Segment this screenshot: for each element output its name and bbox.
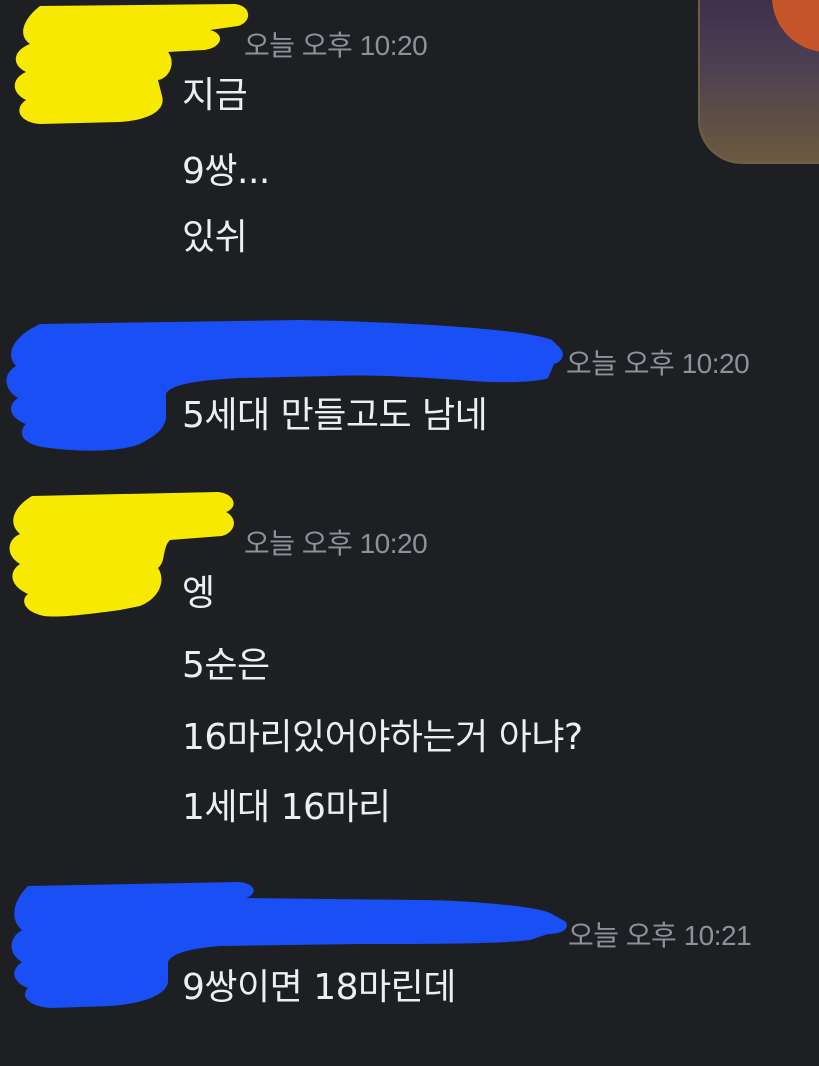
message-text: 5세대 만들고도 남네 bbox=[182, 395, 488, 436]
message-text: 5순은 bbox=[182, 645, 270, 686]
avatar-image bbox=[772, 0, 819, 52]
profile-avatar[interactable] bbox=[698, 0, 819, 164]
message-timestamp: 오늘 오후 10:20 bbox=[244, 30, 428, 61]
message-text: 16마리있어야하는거 아냐? bbox=[182, 717, 583, 758]
redacted-sender-name bbox=[6, 320, 563, 451]
message-timestamp: 오늘 오후 10:20 bbox=[244, 528, 428, 559]
message-timestamp: 오늘 오후 10:21 bbox=[568, 920, 752, 951]
message-text: 9쌍... bbox=[182, 151, 270, 192]
message-text: 9쌍이면 18마린데 bbox=[182, 967, 456, 1008]
message-text: 1세대 16마리 bbox=[182, 787, 391, 828]
message-text: 지금 bbox=[182, 75, 248, 116]
message-timestamp: 오늘 오후 10:20 bbox=[566, 348, 750, 379]
message-text: 엥 bbox=[182, 573, 215, 614]
message-text: 있쉬 bbox=[182, 217, 248, 258]
